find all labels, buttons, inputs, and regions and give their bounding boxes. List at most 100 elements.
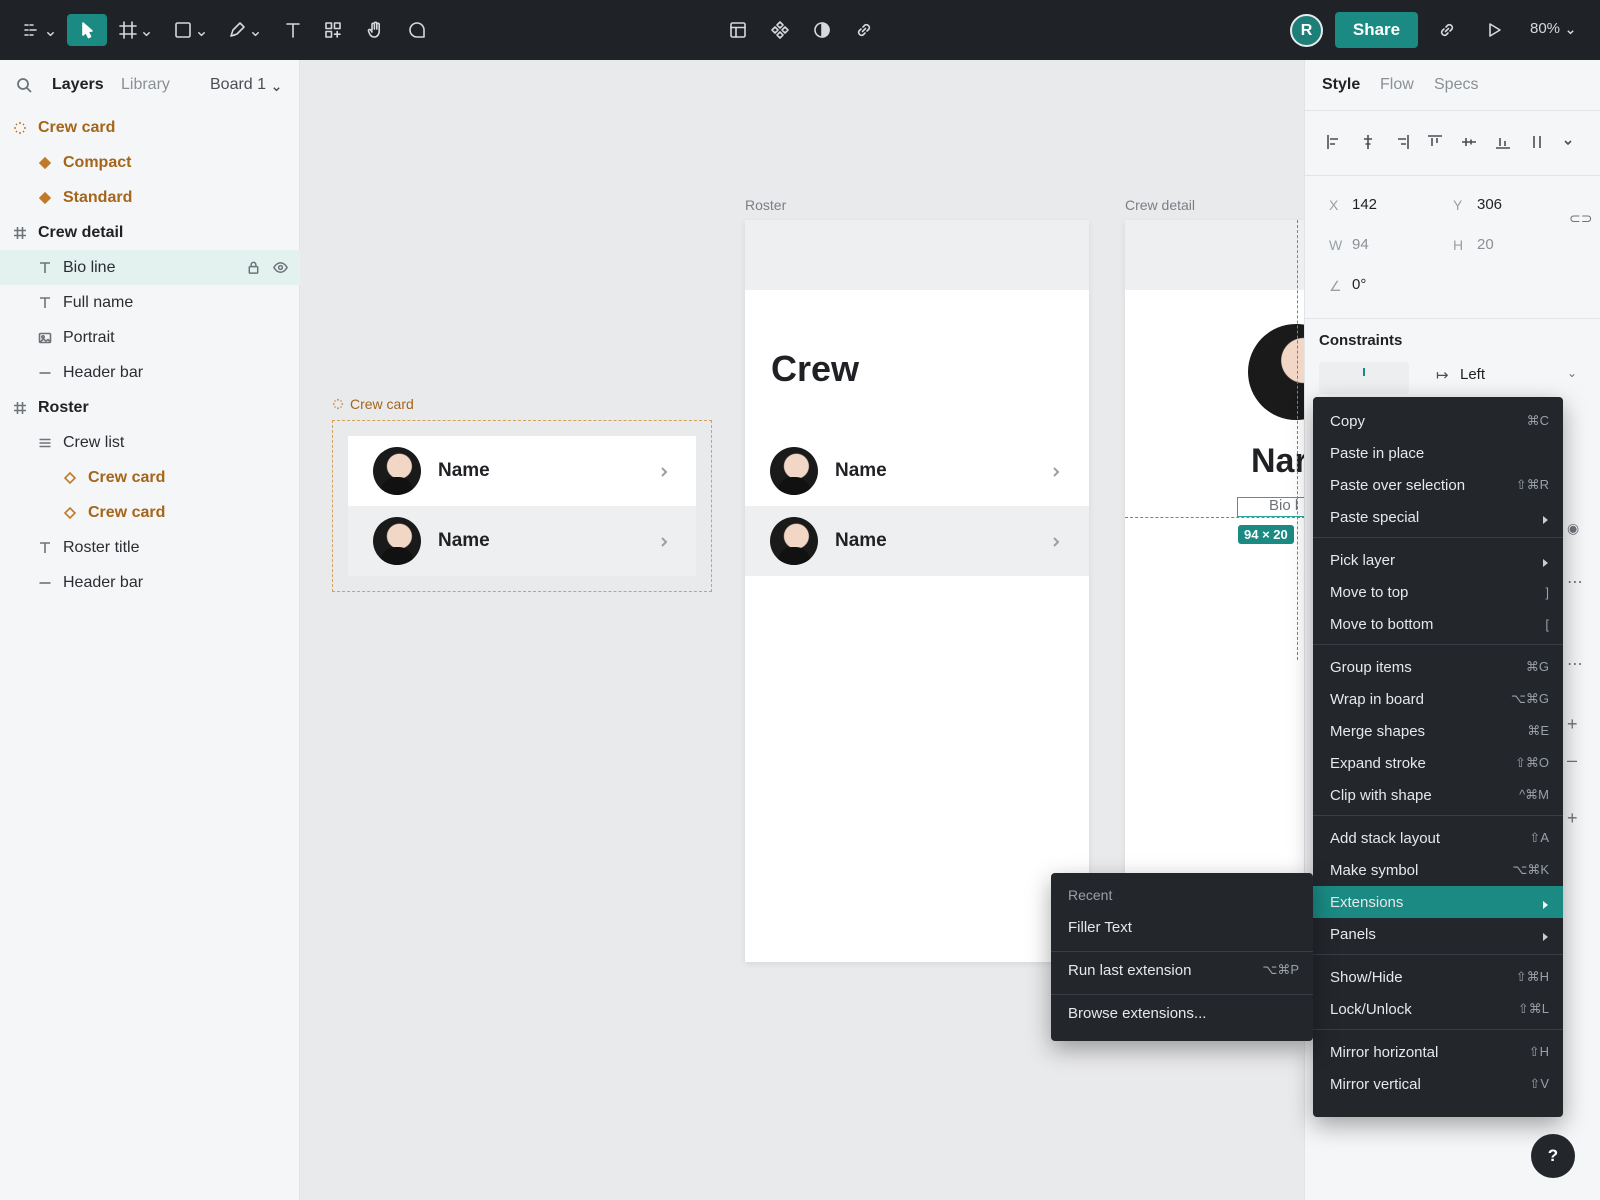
- tab-library[interactable]: Library: [121, 76, 170, 94]
- menu-item-paste-in-place[interactable]: Paste in place: [1313, 437, 1563, 469]
- crew-card-instance[interactable]: Name: [745, 436, 1089, 506]
- prototype-link-button[interactable]: [1435, 14, 1459, 46]
- lock-icon[interactable]: [246, 260, 261, 275]
- layout-button[interactable]: [726, 14, 750, 46]
- layer-header-bar[interactable]: Header bar: [0, 355, 300, 390]
- align-bottom-icon[interactable]: [1494, 133, 1512, 151]
- align-center-v-icon[interactable]: [1460, 133, 1478, 151]
- comment-tool-button[interactable]: [405, 14, 429, 46]
- layer-full-name[interactable]: Full name: [0, 285, 300, 320]
- board-select[interactable]: Board 1: [210, 76, 281, 94]
- chevron-down-icon[interactable]: [1559, 133, 1577, 151]
- align-right-icon[interactable]: [1393, 133, 1411, 151]
- y-input[interactable]: 306: [1477, 196, 1502, 213]
- pen-tool-button[interactable]: [225, 14, 261, 46]
- menu-item-group-items[interactable]: Group items ⌘G: [1313, 651, 1563, 683]
- hand-tool-button[interactable]: [363, 14, 387, 46]
- add-icon[interactable]: +: [1567, 808, 1578, 829]
- share-button[interactable]: Share: [1335, 12, 1418, 48]
- menu-item-expand-stroke[interactable]: Expand stroke ⇧⌘O: [1313, 747, 1563, 779]
- text-tool-button[interactable]: [281, 14, 305, 46]
- chevron-down-icon[interactable]: ⌄: [1567, 366, 1577, 380]
- align-left-icon[interactable]: [1325, 133, 1343, 151]
- distribute-icon[interactable]: [1528, 133, 1546, 151]
- constraint-horizontal-select[interactable]: Left: [1460, 366, 1485, 383]
- layer-crew-detail[interactable]: Crew detail: [0, 215, 300, 250]
- menu-item-paste-special[interactable]: Paste special: [1313, 501, 1563, 533]
- layer-crew-card-instance[interactable]: Crew card: [0, 495, 300, 530]
- layer-crew-card[interactable]: Crew card: [0, 110, 300, 145]
- minus-icon[interactable]: –: [1567, 750, 1577, 771]
- link-button[interactable]: [852, 14, 876, 46]
- menu-item-copy[interactable]: Copy ⌘C: [1313, 405, 1563, 437]
- menu-item-mirror-vertical[interactable]: Mirror vertical ⇧V: [1313, 1068, 1563, 1100]
- submenu-item-browse-extensions[interactable]: Browse extensions...: [1051, 997, 1313, 1029]
- menu-item-clip-with-shape[interactable]: Clip with shape ^⌘M: [1313, 779, 1563, 811]
- h-input[interactable]: 20: [1477, 236, 1494, 253]
- submenu-item-run-last-extension[interactable]: Run last extension ⌥⌘P: [1051, 954, 1313, 986]
- play-button[interactable]: [1482, 14, 1506, 46]
- link-proportions-icon[interactable]: ⊂⊃: [1569, 210, 1592, 227]
- help-button[interactable]: ?: [1531, 1134, 1575, 1178]
- layer-roster[interactable]: Roster: [0, 390, 300, 425]
- menu-item-merge-shapes[interactable]: Merge shapes ⌘E: [1313, 715, 1563, 747]
- component-label[interactable]: Crew card: [332, 396, 414, 412]
- crew-card-instance[interactable]: Name: [745, 506, 1089, 576]
- zoom-select[interactable]: 80%: [1530, 20, 1575, 37]
- tab-style[interactable]: Style: [1322, 76, 1360, 94]
- eye-icon[interactable]: [273, 260, 288, 275]
- more-icon[interactable]: ⋯: [1567, 654, 1583, 674]
- menu-item-wrap-in-board[interactable]: Wrap in board ⌥⌘G: [1313, 683, 1563, 715]
- components-tool-button[interactable]: [321, 14, 345, 46]
- roster-frame-label[interactable]: Roster: [745, 197, 786, 213]
- crew-card-compact[interactable]: Name: [348, 436, 696, 506]
- layer-header-bar[interactable]: Header bar: [0, 565, 300, 600]
- crew-detail-frame[interactable]: Nar Bio l: [1125, 220, 1304, 962]
- mask-button[interactable]: [810, 14, 834, 46]
- roster-frame[interactable]: Crew Name Name: [745, 220, 1089, 962]
- align-center-h-icon[interactable]: [1359, 133, 1377, 151]
- tab-specs[interactable]: Specs: [1434, 76, 1478, 94]
- tab-flow[interactable]: Flow: [1380, 76, 1414, 94]
- user-avatar[interactable]: R: [1290, 14, 1323, 47]
- align-top-icon[interactable]: [1426, 133, 1444, 151]
- shape-tool-button[interactable]: [171, 14, 207, 46]
- eye-icon[interactable]: ◉: [1567, 520, 1579, 537]
- search-icon[interactable]: [16, 77, 32, 93]
- menu-item-panels[interactable]: Panels: [1313, 918, 1563, 950]
- layer-portrait[interactable]: Portrait: [0, 320, 300, 355]
- move-tool-button[interactable]: [67, 14, 107, 46]
- menu-item-add-stack-layout[interactable]: Add stack layout ⇧A: [1313, 822, 1563, 854]
- constraint-widget[interactable]: [1319, 362, 1409, 394]
- component-button[interactable]: [768, 14, 792, 46]
- layer-compact[interactable]: Compact: [0, 145, 300, 180]
- layer-bio-line[interactable]: Bio line: [0, 250, 300, 285]
- menu-item-mirror-horizontal[interactable]: Mirror horizontal ⇧H: [1313, 1036, 1563, 1068]
- layer-roster-title[interactable]: Roster title: [0, 530, 300, 565]
- selection-box[interactable]: [1237, 497, 1304, 517]
- add-icon[interactable]: +: [1567, 714, 1578, 735]
- rotation-input[interactable]: 0°: [1352, 276, 1366, 293]
- context-menu: Copy ⌘C Paste in place Paste over selection…: [1313, 397, 1563, 1117]
- menu-item-extensions[interactable]: Extensions: [1313, 886, 1563, 918]
- layer-crew-card-instance[interactable]: Crew card: [0, 460, 300, 495]
- layer-crew-list[interactable]: Crew list: [0, 425, 300, 460]
- menu-item-make-symbol[interactable]: Make symbol ⌥⌘K: [1313, 854, 1563, 886]
- x-input[interactable]: 142: [1352, 196, 1377, 213]
- menu-item-move-to-bottom[interactable]: Move to bottom [: [1313, 608, 1563, 640]
- more-icon[interactable]: ⋯: [1567, 572, 1583, 592]
- submenu-item-filler-text[interactable]: Filler Text: [1051, 911, 1313, 943]
- main-menu-button[interactable]: [20, 14, 56, 46]
- menu-item-lock-unlock[interactable]: Lock/Unlock ⇧⌘L: [1313, 993, 1563, 1025]
- menu-item-pick-layer[interactable]: Pick layer: [1313, 544, 1563, 576]
- crew-card-standard[interactable]: Name: [348, 506, 696, 576]
- board-tool-button[interactable]: [116, 14, 152, 46]
- tab-layers[interactable]: Layers: [52, 76, 104, 94]
- crew-detail-frame-label[interactable]: Crew detail: [1125, 197, 1195, 213]
- w-input[interactable]: 94: [1352, 236, 1369, 253]
- portrait-image[interactable]: [1248, 324, 1304, 420]
- menu-item-move-to-top[interactable]: Move to top]: [1313, 576, 1563, 608]
- layer-standard[interactable]: Standard: [0, 180, 300, 215]
- menu-item-show-hide[interactable]: Show/Hide ⇧⌘H: [1313, 961, 1563, 993]
- menu-item-paste-over-selection[interactable]: Paste over selection ⇧⌘R: [1313, 469, 1563, 501]
